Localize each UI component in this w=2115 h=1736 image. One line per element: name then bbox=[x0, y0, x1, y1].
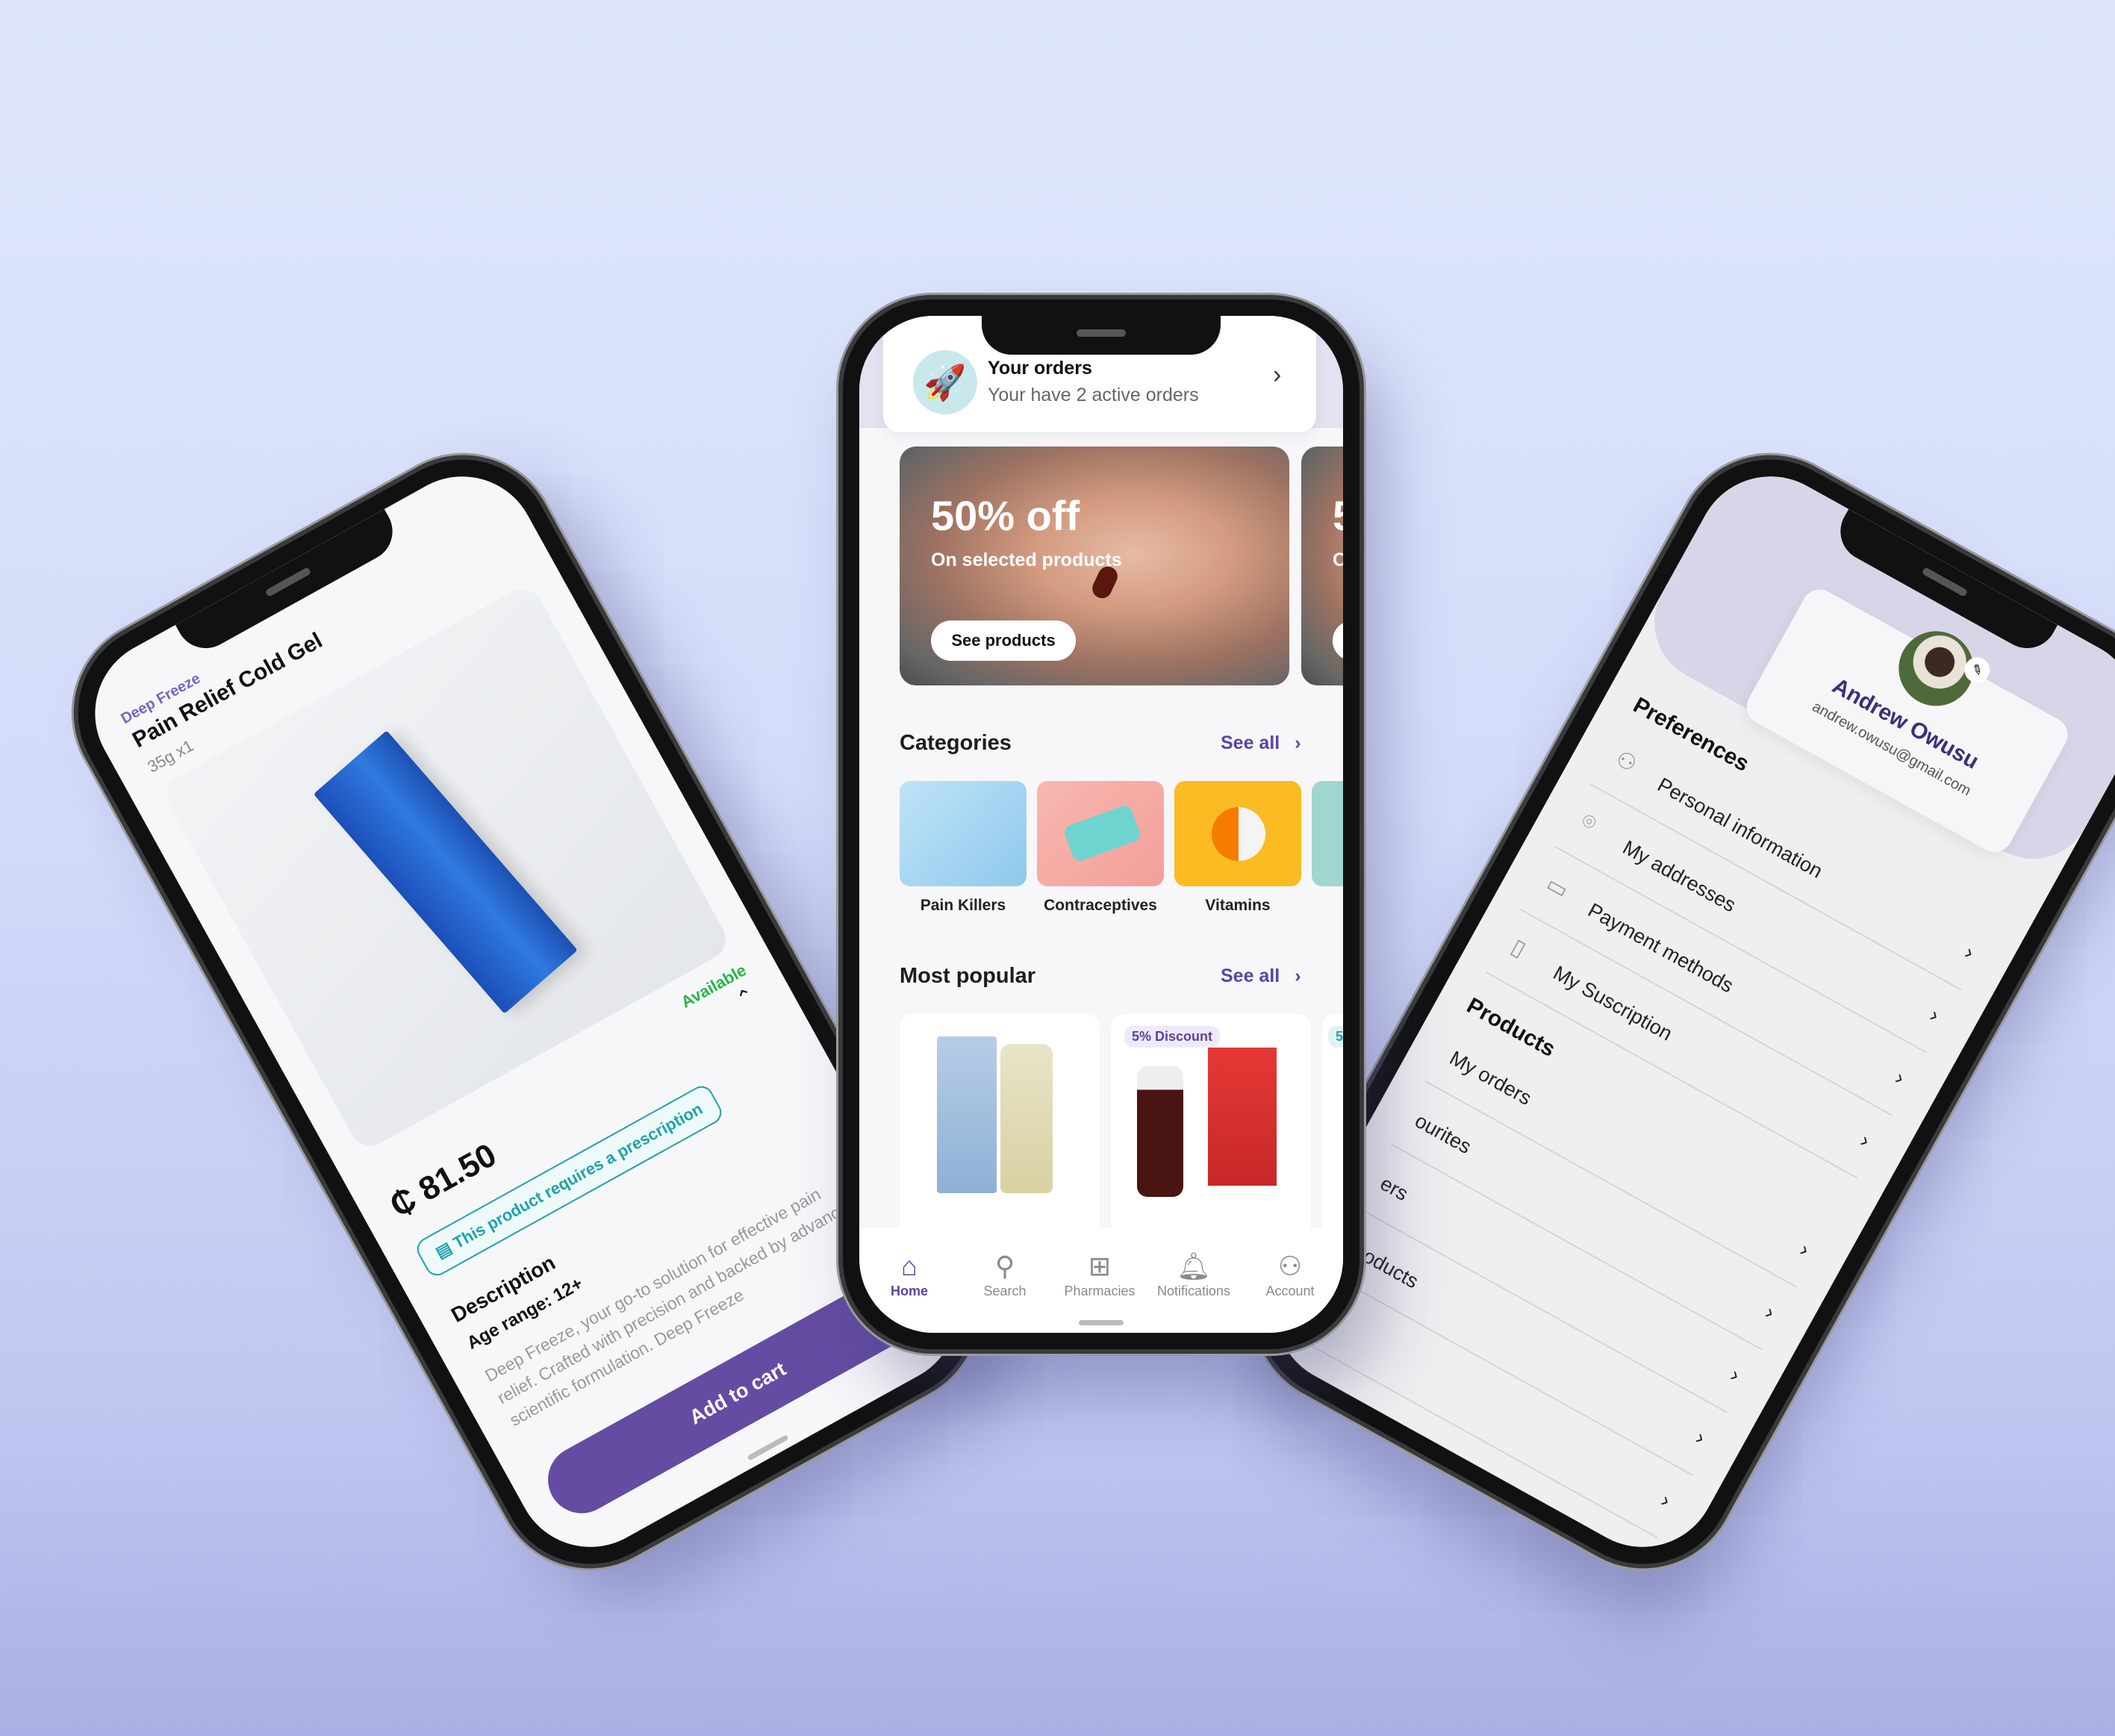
document-icon: ▯ bbox=[1507, 934, 1530, 962]
chevron-right-icon: › bbox=[1726, 1363, 1745, 1387]
gripe-mixture-bottle bbox=[1000, 1044, 1053, 1193]
bell-icon: 🔔︎ bbox=[1177, 1251, 1211, 1281]
feroglobin-box bbox=[1208, 1048, 1277, 1186]
chevron-right-icon: › bbox=[1856, 1128, 1875, 1152]
vitamin-image bbox=[1212, 807, 1265, 861]
home-icon: ⌂ bbox=[901, 1251, 918, 1281]
credit-card-icon: ▭ bbox=[1542, 871, 1573, 903]
promo-banner-next[interactable]: 5 O bbox=[1301, 447, 1343, 685]
category-pain-killers[interactable] bbox=[900, 781, 1027, 886]
currency-symbol: ₵ bbox=[384, 1180, 423, 1225]
categories-title: Categories bbox=[900, 731, 1012, 755]
product-card[interactable]: 5% bbox=[1322, 1014, 1343, 1238]
nav-label: Pharmacies bbox=[1064, 1284, 1136, 1298]
profile-email: andrew.owusu@gmail.com bbox=[1809, 698, 1974, 800]
chevron-right-icon: › bbox=[1295, 732, 1301, 753]
category-label: Pain Killers bbox=[920, 897, 1006, 914]
category-contraceptives[interactable] bbox=[1037, 781, 1164, 886]
most-popular-title: Most popular bbox=[900, 964, 1036, 988]
chevron-right-icon: › bbox=[1891, 1065, 1909, 1089]
nav-label: Search bbox=[983, 1284, 1027, 1298]
product-card[interactable]: 5% Discount bbox=[1111, 1014, 1311, 1238]
home-phone: 🚀 Your orders Your have 2 active orders … bbox=[843, 299, 1359, 1349]
account-screen: ✎ Andrew Owusu andrew.owusu@gmail.com Pr… bbox=[1248, 449, 2115, 1574]
feroglobin-bottle bbox=[1137, 1066, 1183, 1197]
home-indicator bbox=[1079, 1320, 1124, 1325]
home-indicator bbox=[747, 1434, 789, 1461]
nav-label: Home bbox=[890, 1284, 928, 1298]
category-label: Contraceptives bbox=[1044, 897, 1157, 914]
banner-subtitle: O bbox=[1333, 550, 1343, 570]
price-value: 81.50 bbox=[412, 1136, 502, 1209]
see-all-label: See all bbox=[1221, 965, 1280, 986]
bottom-nav: ⌂ Home ⚲ Search ⊞ Pharmacies 🔔︎ Notification… bbox=[859, 1228, 1343, 1333]
menu-label: ers bbox=[1376, 1172, 1412, 1206]
banner-title: 5 bbox=[1333, 491, 1343, 540]
chevron-right-icon: › bbox=[1273, 361, 1282, 389]
product-box bbox=[313, 730, 578, 1014]
home-screen: 🚀 Your orders Your have 2 active orders … bbox=[859, 316, 1343, 1333]
chevron-right-icon: › bbox=[1295, 965, 1301, 986]
menu-label: ourites bbox=[1411, 1109, 1475, 1159]
nav-label: Account bbox=[1265, 1284, 1315, 1298]
category-vitamins[interactable] bbox=[1174, 781, 1301, 886]
nav-notifications[interactable]: 🔔︎ Notifications bbox=[1149, 1249, 1239, 1299]
notch bbox=[982, 316, 1221, 355]
banner-title: 50% off bbox=[931, 492, 1080, 539]
chevron-right-icon: › bbox=[1926, 1003, 1944, 1027]
banner-subtitle: On selected products bbox=[931, 550, 1122, 570]
discount-badge: 5% bbox=[1328, 1026, 1343, 1048]
categories-see-all[interactable]: See all › bbox=[1221, 732, 1301, 754]
product-card[interactable] bbox=[900, 1014, 1100, 1238]
rocket-icon: 🚀 bbox=[913, 350, 977, 414]
user-icon: ⚇ bbox=[1611, 746, 1641, 778]
chevron-right-icon: › bbox=[1795, 1237, 1814, 1262]
nav-search[interactable]: ⚲ Search bbox=[960, 1249, 1050, 1299]
see-products-button[interactable]: See products bbox=[931, 620, 1076, 661]
chevron-right-icon: › bbox=[1657, 1488, 1675, 1512]
chevron-right-icon: › bbox=[1761, 1300, 1779, 1324]
gripe-mixture-box bbox=[937, 1036, 997, 1193]
see-products-button[interactable] bbox=[1333, 620, 1343, 661]
nav-label: Notifications bbox=[1156, 1284, 1231, 1298]
search-icon: ⚲ bbox=[994, 1251, 1015, 1281]
nav-account[interactable]: ⚇ Account bbox=[1245, 1249, 1335, 1299]
orders-subtitle: Your have 2 active orders bbox=[988, 385, 1199, 405]
nav-pharmacies[interactable]: ⊞ Pharmacies bbox=[1055, 1249, 1144, 1299]
nav-home[interactable]: ⌂ Home bbox=[865, 1249, 954, 1299]
chevron-right-icon: › bbox=[1960, 940, 1978, 965]
orders-title: Your orders bbox=[988, 358, 1092, 379]
chevron-up-icon[interactable]: ⌃ bbox=[732, 983, 759, 1012]
pharmacy-icon: ⊞ bbox=[1088, 1251, 1112, 1281]
see-all-label: See all bbox=[1221, 732, 1280, 753]
promo-banner[interactable]: 50% off On selected products See product… bbox=[900, 447, 1289, 685]
popular-see-all[interactable]: See all › bbox=[1221, 965, 1301, 987]
account-phone: ✎ Andrew Owusu andrew.owusu@gmail.com Pr… bbox=[1226, 427, 2115, 1596]
user-icon: ⚇ bbox=[1277, 1251, 1303, 1281]
pill-pack-image bbox=[1062, 803, 1142, 863]
location-pin-icon: ⌾ bbox=[1577, 808, 1601, 837]
category-next[interactable] bbox=[1312, 781, 1343, 886]
notch bbox=[175, 508, 403, 659]
category-label: Vitamins bbox=[1205, 897, 1271, 914]
chevron-right-icon: › bbox=[1692, 1425, 1710, 1449]
discount-badge: 5% Discount bbox=[1124, 1026, 1221, 1048]
